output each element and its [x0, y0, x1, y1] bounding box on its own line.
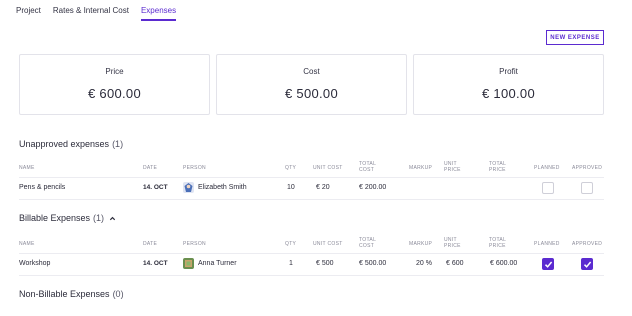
markup-field[interactable]: 20 %	[416, 254, 432, 274]
section-title-text: Non-Billable Expenses	[19, 289, 110, 299]
col-qty: QTY	[285, 165, 297, 171]
expense-date: 14. OCT	[143, 260, 168, 267]
col-name: NAME	[19, 241, 35, 247]
col-date: DATE	[143, 241, 158, 247]
card-label: Profit	[499, 67, 518, 76]
check-icon	[544, 261, 553, 268]
col-planned: PLANNED	[534, 165, 560, 171]
expense-date: 14. OCT	[143, 184, 168, 191]
col-planned: PLANNED	[534, 241, 560, 247]
section-count: (1)	[112, 139, 124, 149]
table-row[interactable]: Pens & pencils 14. OCT Elizabeth Smith 1…	[19, 178, 604, 198]
chevron-up-icon[interactable]	[109, 215, 116, 222]
approved-checkbox[interactable]	[581, 258, 593, 270]
total-price-value: € 600.00	[490, 260, 518, 267]
col-person: PERSON	[183, 241, 206, 247]
col-markup: MARKUP	[409, 241, 433, 247]
cost-card: Cost € 500.00	[216, 54, 407, 115]
qty-field[interactable]: 1	[289, 254, 293, 274]
table-row[interactable]: Workshop 14. OCT Anna Turner 1 € 500 € 5…	[19, 254, 604, 274]
section-count: (0)	[112, 289, 124, 299]
col-total-price-2: PRICE	[489, 167, 506, 173]
section-count: (1)	[93, 213, 105, 223]
tab-project[interactable]: Project	[16, 6, 41, 21]
qty-field[interactable]: 10	[287, 178, 295, 198]
card-label: Cost	[303, 67, 320, 76]
card-value: € 100.00	[481, 86, 535, 101]
section-title-text: Unapproved expenses	[19, 139, 110, 149]
summary-cards: Price € 600.00 Cost € 500.00 Profit € 10…	[19, 54, 604, 115]
planned-checkbox[interactable]	[542, 258, 554, 270]
tab-rates-internal-cost[interactable]: Rates & Internal Cost	[53, 6, 129, 21]
col-date: DATE	[143, 165, 158, 171]
card-label: Price	[105, 67, 124, 76]
divider	[19, 275, 604, 276]
total-cost-value: € 200.00	[359, 184, 387, 191]
section-title-text: Billable Expenses	[19, 213, 91, 223]
billable-section-title[interactable]: Billable Expenses (1)	[19, 213, 116, 223]
price-card: Price € 600.00	[19, 54, 210, 115]
col-unit-price-2: PRICE	[444, 167, 461, 173]
card-value: € 500.00	[284, 86, 338, 101]
table-header: NAME DATE PERSON QTY UNIT COST TOTAL COS…	[19, 237, 604, 251]
col-unit-cost: UNIT COST	[313, 165, 343, 171]
approved-checkbox[interactable]	[581, 182, 593, 194]
total-cost-value: € 500.00	[359, 260, 387, 267]
unapproved-section-title: Unapproved expenses (1)	[19, 139, 123, 149]
person-name: Elizabeth Smith	[198, 184, 247, 191]
col-name: NAME	[19, 165, 35, 171]
col-total-cost-2: COST	[359, 243, 375, 249]
unit-cost-field[interactable]: € 20	[316, 178, 330, 198]
col-unit-cost: UNIT COST	[313, 241, 343, 247]
card-value: € 600.00	[87, 86, 141, 101]
col-person: PERSON	[183, 165, 206, 171]
col-unit-price-2: PRICE	[444, 243, 461, 249]
expense-name: Pens & pencils	[19, 184, 66, 191]
profit-card: Profit € 100.00	[413, 54, 604, 115]
person-name: Anna Turner	[198, 260, 237, 267]
divider	[19, 199, 604, 200]
unit-price-field[interactable]: € 600	[446, 254, 464, 274]
unit-cost-field[interactable]: € 500	[316, 254, 334, 274]
tab-bar: Project Rates & Internal Cost Expenses	[16, 6, 177, 21]
col-total-cost-2: COST	[359, 167, 375, 173]
tab-expenses[interactable]: Expenses	[140, 6, 177, 21]
expense-name: Workshop	[19, 260, 51, 267]
col-total-price-2: PRICE	[489, 243, 506, 249]
avatar	[183, 258, 194, 269]
avatar	[183, 182, 194, 193]
col-approved: APPROVED	[572, 165, 603, 171]
check-icon	[583, 261, 592, 268]
col-approved: APPROVED	[572, 241, 603, 247]
col-markup: MARKUP	[409, 165, 433, 171]
col-qty: QTY	[285, 241, 297, 247]
non-billable-section-title[interactable]: Non-Billable Expenses (0)	[19, 289, 124, 299]
new-expense-button[interactable]: NEW EXPENSE	[546, 30, 604, 45]
table-header: NAME DATE PERSON QTY UNIT COST TOTAL COS…	[19, 161, 604, 175]
planned-checkbox[interactable]	[542, 182, 554, 194]
